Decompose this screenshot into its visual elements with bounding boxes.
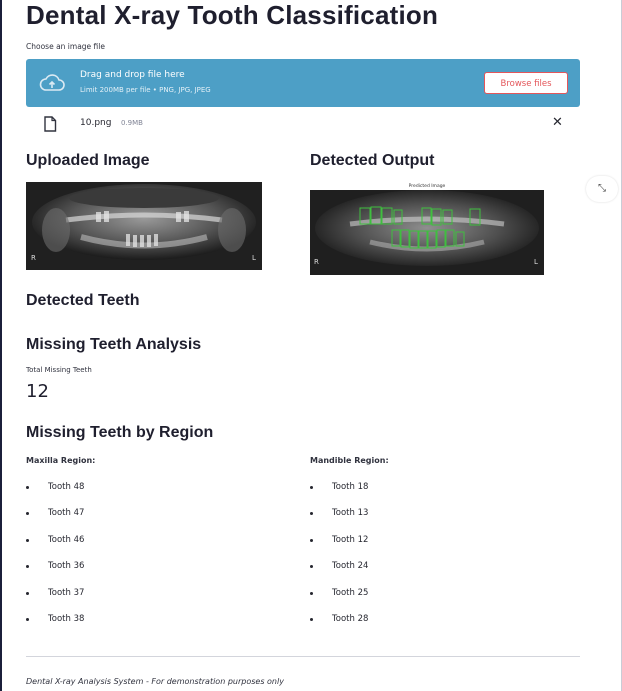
uploaded-xray-image: R L [26, 182, 262, 270]
xray-left-marker: L [252, 254, 256, 262]
file-name: 10.png [80, 118, 112, 128]
browse-files-button[interactable]: Browse files [484, 72, 568, 94]
list-item: Tooth 48 [26, 474, 84, 500]
detected-teeth-heading: Detected Teeth [26, 292, 140, 309]
output-right-marker: R [314, 258, 319, 266]
list-item: Tooth 25 [310, 580, 368, 606]
maxilla-region-title: Maxilla Region: [26, 456, 96, 465]
list-item: Tooth 47 [26, 500, 84, 526]
list-item: Tooth 36 [26, 553, 84, 579]
detected-output-image: Predicted Image R L [310, 182, 544, 275]
total-missing-teeth-label: Total Missing Teeth [26, 366, 92, 374]
footer-text: Dental X-ray Analysis System - For demon… [26, 677, 284, 686]
list-item: Tooth 38 [26, 606, 84, 632]
maxilla-tooth-list: Tooth 48 Tooth 47 Tooth 46 Tooth 36 Toot… [26, 474, 84, 632]
missing-teeth-by-region-heading: Missing Teeth by Region [26, 424, 214, 441]
list-item: Tooth 13 [310, 500, 368, 526]
predicted-image-caption: Predicted Image [409, 183, 446, 189]
page-title: Dental X-ray Tooth Classification [26, 0, 439, 30]
file-uploader-label: Choose an image file [26, 42, 105, 51]
xray-right-marker: R [31, 254, 36, 262]
uploaded-file-row: 10.png 0.9MB ✕ [26, 114, 580, 134]
list-item: Tooth 37 [26, 580, 84, 606]
remove-file-close-icon[interactable]: ✕ [552, 115, 563, 130]
dropzone-instruction: Drag and drop file here [80, 70, 185, 80]
file-icon [44, 116, 57, 132]
output-left-marker: L [534, 258, 538, 266]
mandible-tooth-list: Tooth 18 Tooth 13 Tooth 12 Tooth 24 Toot… [310, 474, 368, 632]
file-dropzone[interactable]: Drag and drop file here Limit 200MB per … [26, 59, 580, 107]
list-item: Tooth 46 [26, 527, 84, 553]
detected-output-heading: Detected Output [310, 152, 435, 169]
file-size: 0.9MB [121, 119, 143, 127]
list-item: Tooth 28 [310, 606, 368, 632]
list-item: Tooth 24 [310, 553, 368, 579]
fullscreen-expand-icon[interactable]: ⤡ [586, 176, 618, 202]
list-item: Tooth 18 [310, 474, 368, 500]
uploaded-image-heading: Uploaded Image [26, 152, 150, 169]
list-item: Tooth 12 [310, 527, 368, 553]
mandible-region-title: Mandible Region: [310, 456, 389, 465]
dropzone-limit-text: Limit 200MB per file • PNG, JPG, JPEG [80, 86, 211, 94]
app-frame-border [0, 0, 2, 691]
missing-teeth-analysis-heading: Missing Teeth Analysis [26, 336, 202, 353]
total-missing-teeth-value: 12 [26, 381, 49, 402]
footer-divider [26, 656, 580, 657]
cloud-upload-icon [39, 74, 65, 91]
